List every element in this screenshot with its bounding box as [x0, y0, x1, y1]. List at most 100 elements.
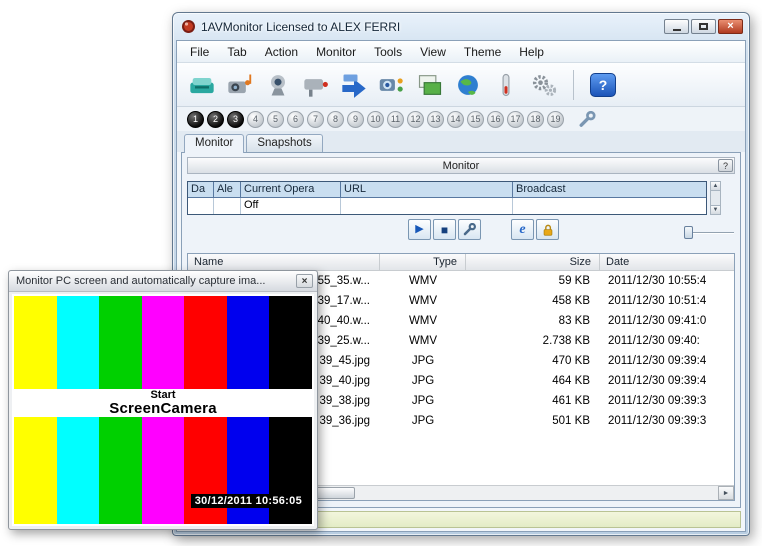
lock-button[interactable]	[536, 219, 559, 240]
menu-file[interactable]: File	[181, 42, 218, 62]
scroll-up-icon[interactable]: ▲	[711, 182, 720, 191]
cell-alert	[214, 198, 241, 214]
play-button[interactable]: ▶	[408, 219, 431, 240]
toolbar: ?	[177, 63, 745, 107]
channel-button-18[interactable]: 18	[527, 111, 544, 128]
panel-help-button[interactable]: ?	[718, 159, 733, 172]
window-controls: ×	[664, 19, 743, 34]
level-slider[interactable]	[684, 223, 736, 241]
menu-monitor[interactable]: Monitor	[307, 42, 365, 62]
help-icon[interactable]: ?	[586, 67, 620, 103]
toolbar-separator	[573, 70, 574, 100]
slider-handle[interactable]	[684, 226, 693, 239]
file-size: 83 KB	[466, 315, 600, 327]
file-date: 2011/12/30 09:39:4	[600, 375, 734, 387]
channel-settings-wrench-icon[interactable]	[577, 109, 599, 129]
app-icon	[181, 19, 196, 34]
slider-track	[688, 232, 734, 234]
col-header-url[interactable]: URL	[341, 182, 513, 198]
col-header-type[interactable]: Type	[380, 254, 466, 270]
menu-help[interactable]: Help	[510, 42, 553, 62]
tab-snapshots[interactable]: Snapshots	[246, 134, 322, 152]
webcam-icon[interactable]	[261, 67, 295, 103]
channel-button-9[interactable]: 9	[347, 111, 364, 128]
tab-monitor[interactable]: Monitor	[184, 134, 244, 153]
menu-bar: File Tab Action Monitor Tools View Theme…	[177, 41, 745, 63]
layers-icon[interactable]	[413, 67, 447, 103]
channel-button-8[interactable]: 8	[327, 111, 344, 128]
channel-button-16[interactable]: 16	[487, 111, 504, 128]
col-header-date[interactable]: Da	[188, 182, 214, 198]
file-size: 464 KB	[466, 375, 600, 387]
file-date: 2011/12/30 09:39:4	[600, 355, 734, 367]
maximize-button[interactable]	[691, 19, 716, 34]
surveillance-camera-icon[interactable]	[299, 67, 333, 103]
file-date: 2011/12/30 09:41:0	[600, 315, 734, 327]
preview-close-button[interactable]: ×	[296, 274, 313, 288]
channel-button-12[interactable]: 12	[407, 111, 424, 128]
camera-audio-icon[interactable]	[223, 67, 257, 103]
channel-button-3[interactable]: 3	[227, 111, 244, 128]
file-date: 2011/12/30 10:51:4	[600, 295, 734, 307]
channel-button-19[interactable]: 19	[547, 111, 564, 128]
menu-theme[interactable]: Theme	[455, 42, 510, 62]
channel-button-14[interactable]: 14	[447, 111, 464, 128]
capture-device-icon[interactable]	[185, 67, 219, 103]
file-size: 461 KB	[466, 395, 600, 407]
broadcast-camera-icon[interactable]	[375, 67, 409, 103]
status-grid-scrollbar[interactable]: ▲ ▼	[710, 181, 721, 215]
file-type: WMV	[380, 335, 466, 347]
preview-caption: Start ScreenCamera	[14, 389, 312, 417]
file-date: 2011/12/30 09:39:3	[600, 395, 734, 407]
channel-button-1[interactable]: 1	[187, 111, 204, 128]
caption-screencamera: ScreenCamera	[109, 401, 216, 416]
channel-button-13[interactable]: 13	[427, 111, 444, 128]
menu-tools[interactable]: Tools	[365, 42, 411, 62]
file-size: 458 KB	[466, 295, 600, 307]
preview-title: Monitor PC screen and automatically capt…	[16, 275, 296, 287]
channel-button-10[interactable]: 10	[367, 111, 384, 128]
minimize-button[interactable]	[664, 19, 689, 34]
col-header-alert[interactable]: Ale	[214, 182, 241, 198]
stop-button[interactable]: ■	[433, 219, 456, 240]
menu-action[interactable]: Action	[256, 42, 307, 62]
preview-content: Start ScreenCamera 30/12/2011 10:56:05	[12, 294, 314, 526]
globe-icon[interactable]	[451, 67, 485, 103]
channel-button-15[interactable]: 15	[467, 111, 484, 128]
file-date: 2011/12/30 10:55:4	[600, 275, 734, 287]
col-header-name[interactable]: Name	[188, 254, 380, 270]
settings-wrench-button[interactable]	[458, 219, 481, 240]
channel-button-4[interactable]: 4	[247, 111, 264, 128]
scroll-right-icon[interactable]: ►	[718, 486, 734, 500]
cell-current-operation: Off	[241, 198, 341, 214]
col-header-current-operation[interactable]: Current Opera	[241, 182, 341, 198]
file-type: JPG	[380, 355, 466, 367]
file-transfer-icon[interactable]	[337, 67, 371, 103]
file-date: 2011/12/30 09:39:3	[600, 415, 734, 427]
channel-button-2[interactable]: 2	[207, 111, 224, 128]
browser-button[interactable]: e	[511, 219, 534, 240]
file-size: 501 KB	[466, 415, 600, 427]
menu-tab[interactable]: Tab	[218, 42, 255, 62]
channel-button-11[interactable]: 11	[387, 111, 404, 128]
col-header-broadcast[interactable]: Broadcast	[513, 182, 706, 198]
play-icon: ▶	[415, 224, 423, 235]
col-header-size[interactable]: Size	[466, 254, 600, 270]
maximize-icon	[699, 23, 708, 30]
file-type: JPG	[380, 415, 466, 427]
channel-button-7[interactable]: 7	[307, 111, 324, 128]
preview-titlebar[interactable]: Monitor PC screen and automatically capt…	[9, 271, 317, 292]
channel-button-5[interactable]: 5	[267, 111, 284, 128]
scroll-down-icon[interactable]: ▼	[711, 205, 720, 214]
close-button[interactable]: ×	[718, 19, 743, 34]
gauge-icon[interactable]	[489, 67, 523, 103]
window-title: 1AVMonitor Licensed to ALEX FERRI	[201, 20, 400, 34]
main-titlebar[interactable]: 1AVMonitor Licensed to ALEX FERRI ×	[173, 13, 749, 40]
col-header-date[interactable]: Date	[600, 254, 734, 270]
status-grid-row[interactable]: Off	[188, 198, 706, 214]
channel-button-6[interactable]: 6	[287, 111, 304, 128]
preview-window: Monitor PC screen and automatically capt…	[8, 270, 318, 530]
gears-icon[interactable]	[527, 67, 561, 103]
menu-view[interactable]: View	[411, 42, 455, 62]
channel-button-17[interactable]: 17	[507, 111, 524, 128]
